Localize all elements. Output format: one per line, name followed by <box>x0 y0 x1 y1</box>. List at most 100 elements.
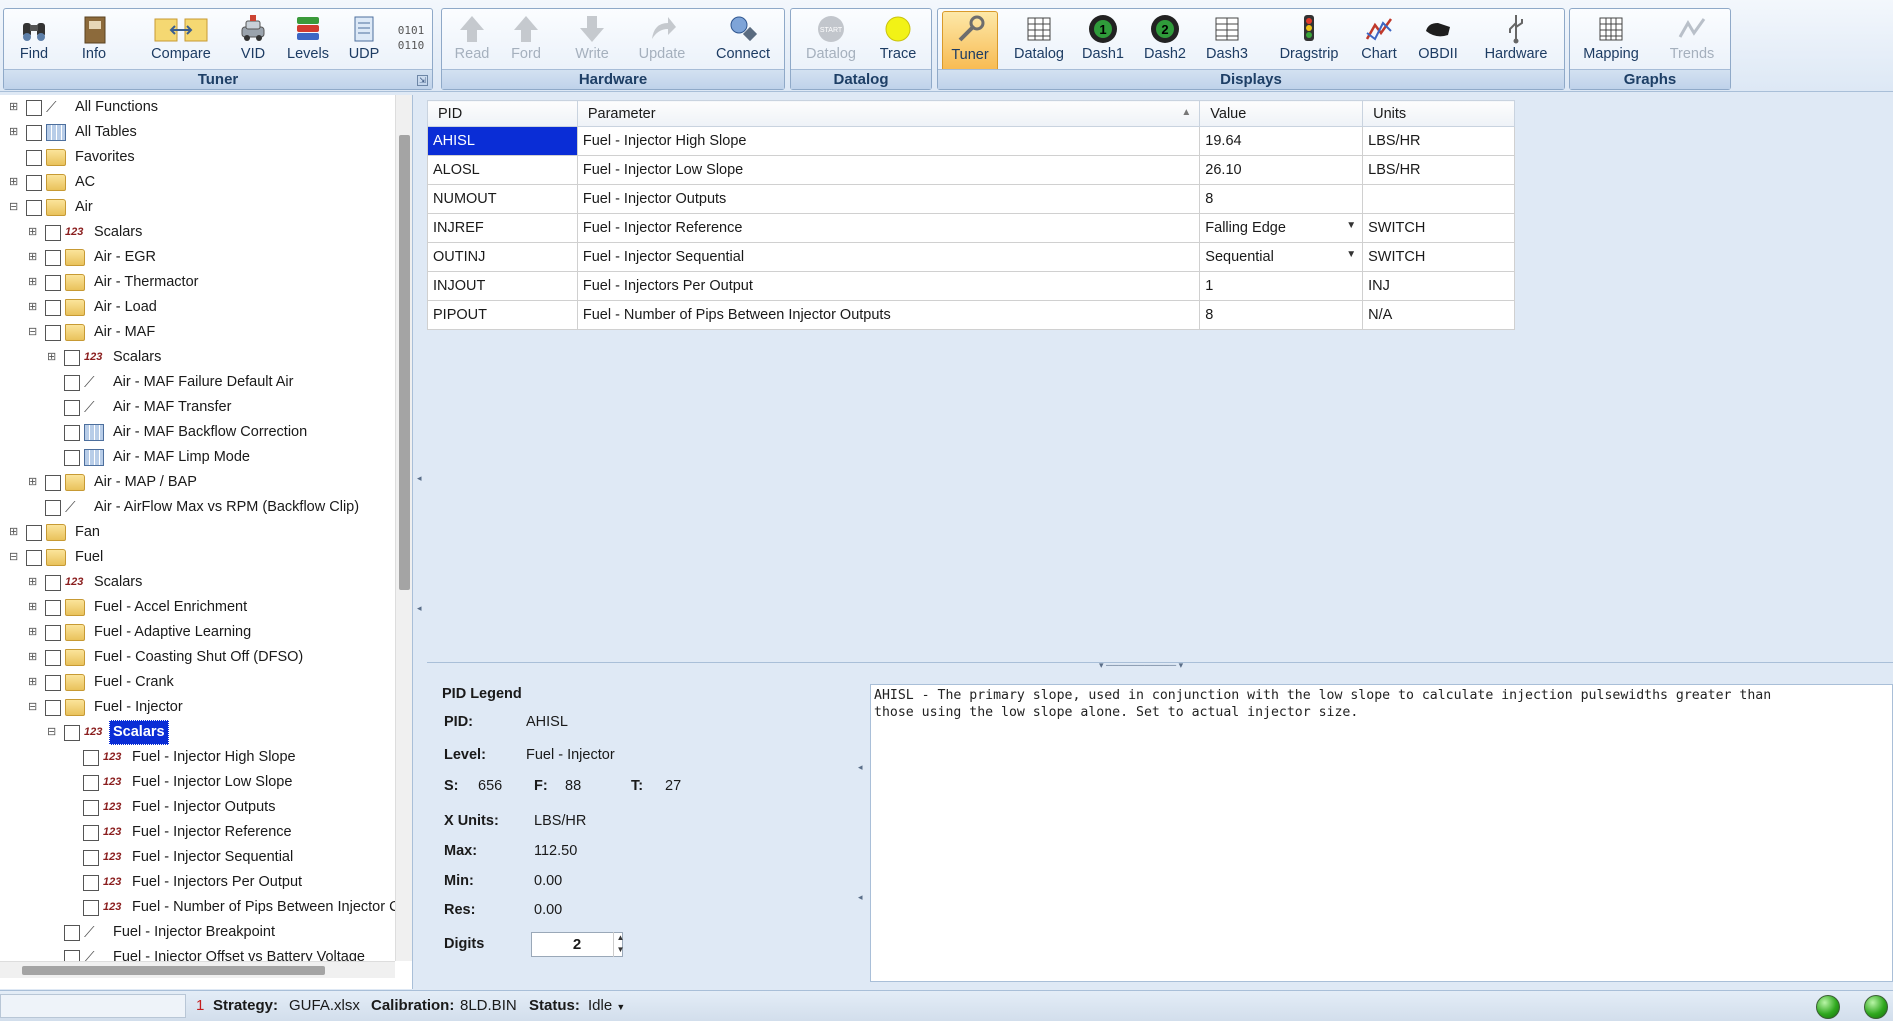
tree-item[interactable]: 123 Fuel - Number of Pips Between Injecto… <box>0 895 400 920</box>
tree-checkbox[interactable] <box>45 675 61 691</box>
hardware-display-button[interactable]: Hardware <box>1478 11 1554 67</box>
tree-vertical-scrollbar[interactable] <box>395 95 412 961</box>
tree-checkbox[interactable] <box>45 650 61 666</box>
connect-button[interactable]: Connect <box>708 11 778 67</box>
tree-checkbox[interactable] <box>83 900 99 916</box>
tree-checkbox[interactable] <box>26 200 42 216</box>
tree-checkbox[interactable] <box>26 125 42 141</box>
tree-item[interactable]: ⊟ Air <box>0 195 395 220</box>
tree-checkbox[interactable] <box>26 100 42 116</box>
parameter-cell[interactable]: Fuel - Number of Pips Between Injector O… <box>576 300 1201 330</box>
value-cell[interactable]: 26.10 <box>1199 155 1364 185</box>
splitter-grip-icon[interactable]: ▾ ─────────── ▾ <box>1099 660 1183 671</box>
expand-icon[interactable]: ⊞ <box>28 227 37 238</box>
tree-item[interactable]: ⊟ Fuel <box>0 545 395 570</box>
tree-horizontal-scroll-thumb[interactable] <box>22 966 325 975</box>
mapping-button[interactable]: Mapping <box>1576 11 1646 67</box>
expand-right-icon[interactable]: ◂ <box>417 603 422 614</box>
header-parameter[interactable]: Parameter ▲ <box>576 100 1201 127</box>
collapse-left-icon[interactable]: ◂ <box>858 762 863 773</box>
parameter-cell[interactable]: Fuel - Injectors Per Output <box>576 271 1201 301</box>
table-row[interactable]: NUMOUT Fuel - Injector Outputs 8 <box>427 184 1515 214</box>
header-units[interactable]: Units <box>1362 100 1515 127</box>
tree-checkbox[interactable] <box>64 725 80 741</box>
dropdown-arrow-icon[interactable]: ▼ <box>1346 220 1356 231</box>
tree-item[interactable]: ⊞ Fuel - Accel Enrichment <box>0 595 395 620</box>
tree-checkbox[interactable] <box>64 925 80 941</box>
digits-input[interactable]: 2 <box>531 932 623 957</box>
tree-checkbox[interactable] <box>83 850 99 866</box>
tree-item[interactable]: 123 Fuel - Injector Outputs <box>0 795 395 820</box>
tree-item[interactable]: 123 Fuel - Injectors Per Output <box>0 870 395 895</box>
levels-button[interactable]: Levels <box>282 11 334 67</box>
function-tree[interactable]: ⊞ ⟋ All Functions ⊞ All Tables Favorites ⊞ AC ⊟ A… <box>0 95 413 989</box>
tree-checkbox[interactable] <box>26 150 42 166</box>
expand-icon[interactable]: ⊞ <box>28 252 37 263</box>
tree-item[interactable]: ⊞ Fan <box>0 520 395 545</box>
tree-item[interactable]: ⊞ Air - Load <box>0 295 395 320</box>
value-cell[interactable]: 1 <box>1199 271 1364 301</box>
tree-item[interactable]: ⟋ Air - MAF Transfer <box>0 395 395 420</box>
datalog-display-button[interactable]: Datalog <box>1010 11 1068 67</box>
collapse-icon[interactable]: ⊟ <box>28 702 37 713</box>
collapse-icon[interactable]: ⊟ <box>28 327 37 338</box>
value-cell[interactable]: 8 <box>1199 184 1364 214</box>
collapse-icon[interactable]: ⊟ <box>47 727 56 738</box>
tree-checkbox[interactable] <box>45 700 61 716</box>
obdii-button[interactable]: OBDII <box>1412 11 1464 67</box>
tree-item[interactable]: ⊞ AC <box>0 170 395 195</box>
read-button[interactable]: Read <box>448 11 496 67</box>
parameter-cell[interactable]: Fuel - Injector Sequential <box>576 242 1201 272</box>
expand-icon[interactable]: ⊞ <box>28 677 37 688</box>
tree-checkbox[interactable] <box>83 800 99 816</box>
pid-cell[interactable]: NUMOUT <box>427 184 578 214</box>
legend-description-splitter[interactable]: ◂ ◂ <box>857 670 867 989</box>
tree-item[interactable]: Favorites <box>0 145 395 170</box>
tree-item[interactable]: ⊟ 123 Scalars <box>0 720 395 745</box>
expand-icon[interactable]: ⊞ <box>9 127 18 138</box>
tree-item[interactable]: ⟋ Air - AirFlow Max vs RPM (Backflow Clip… <box>0 495 395 520</box>
pid-cell[interactable]: OUTINJ <box>427 242 578 272</box>
trends-button[interactable]: Trends <box>1662 11 1722 67</box>
status-dropdown[interactable]: Idle ▼ <box>588 997 625 1014</box>
tree-item[interactable]: Air - MAF Limp Mode <box>0 445 395 470</box>
tree-checkbox[interactable] <box>45 500 61 516</box>
pid-cell[interactable]: AHISL <box>427 126 578 156</box>
tree-checkbox[interactable] <box>83 825 99 841</box>
table-row[interactable]: ALOSL Fuel - Injector Low Slope 26.10 LB… <box>427 155 1515 185</box>
tree-checkbox[interactable] <box>26 550 42 566</box>
vid-button[interactable]: VID <box>230 11 276 67</box>
tree-item[interactable]: ⊟ Air - MAF <box>0 320 395 345</box>
expand-icon[interactable]: ⊞ <box>28 627 37 638</box>
udp-button[interactable]: UDP <box>340 11 388 67</box>
table-row[interactable]: INJOUT Fuel - Injectors Per Output 1 INJ <box>427 271 1515 301</box>
write-button[interactable]: Write <box>566 11 618 67</box>
tree-item[interactable]: ⊞ Air - Thermactor <box>0 270 395 295</box>
grid-legend-splitter[interactable]: ▾ ─────────── ▾ <box>427 660 1893 671</box>
trace-button[interactable]: Trace <box>873 11 923 67</box>
dragstrip-button[interactable]: Dragstrip <box>1278 11 1340 67</box>
header-value[interactable]: Value <box>1199 100 1364 127</box>
dash3-button[interactable]: Dash3 <box>1202 11 1252 67</box>
dash1-button[interactable]: 1 Dash1 <box>1078 11 1128 67</box>
tree-checkbox[interactable] <box>45 325 61 341</box>
dash2-button[interactable]: 2 Dash2 <box>1140 11 1190 67</box>
datalog-start-button[interactable]: START Datalog <box>801 11 861 67</box>
tree-item[interactable]: ⊞ Fuel - Coasting Shut Off (DFSO) <box>0 645 395 670</box>
tree-checkbox[interactable] <box>64 350 80 366</box>
spin-up-icon[interactable]: ▲ <box>617 933 625 942</box>
expand-icon[interactable]: ⊞ <box>28 477 37 488</box>
tree-checkbox[interactable] <box>45 625 61 641</box>
tree-checkbox[interactable] <box>64 425 80 441</box>
tree-item[interactable]: 123 Fuel - Injector Sequential <box>0 845 395 870</box>
tree-checkbox[interactable] <box>45 250 61 266</box>
expand-icon[interactable]: ⊞ <box>9 527 18 538</box>
dropdown-arrow-icon[interactable]: ▼ <box>1346 249 1356 260</box>
tree-vertical-scroll-thumb[interactable] <box>399 135 410 590</box>
parameter-cell[interactable]: Fuel - Injector Outputs <box>576 184 1201 214</box>
table-row[interactable]: PIPOUT Fuel - Number of Pips Between Inj… <box>427 300 1515 330</box>
pid-cell[interactable]: PIPOUT <box>427 300 578 330</box>
collapse-icon[interactable]: ⊟ <box>9 202 18 213</box>
tree-item[interactable]: ⊞ Air - EGR <box>0 245 395 270</box>
tree-item[interactable]: ⊞ Fuel - Crank <box>0 670 395 695</box>
